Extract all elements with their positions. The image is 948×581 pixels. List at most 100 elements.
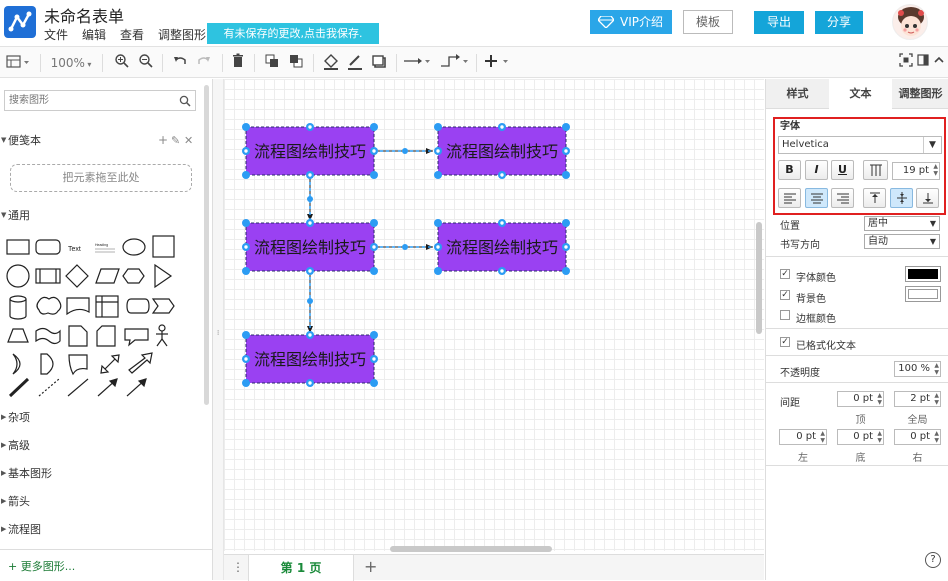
general-section-header[interactable]: ▼ 通用 — [0, 202, 205, 229]
tab-text[interactable]: 文本 — [829, 79, 892, 109]
shape-trapezoid[interactable] — [7, 328, 29, 343]
resize-handle[interactable] — [370, 171, 378, 179]
writing-direction-select[interactable]: 自动 ▼ — [864, 234, 940, 249]
stepper-icon[interactable]: ▲ ▼ — [934, 362, 939, 376]
resize-handle[interactable] — [370, 219, 378, 227]
zoom-in-button[interactable] — [112, 53, 132, 73]
connection-point[interactable] — [563, 244, 569, 250]
stepper-icon[interactable]: ▲ ▼ — [877, 430, 882, 444]
tab-arrange[interactable]: 调整图形 — [892, 79, 948, 109]
user-avatar[interactable] — [892, 4, 928, 40]
stepper-icon[interactable]: ▲ ▼ — [934, 430, 939, 444]
stepper-icon[interactable]: ▲ ▼ — [877, 392, 882, 406]
flowchart-node-3[interactable]: 流程图绘制技巧 — [242, 219, 378, 275]
more-shapes-link[interactable]: + 更多图形... — [8, 558, 75, 574]
to-back-button[interactable] — [286, 53, 306, 73]
shape-heading[interactable]: Heading — [95, 243, 108, 247]
connection-point[interactable] — [307, 172, 313, 178]
spacing-bottom-input[interactable]: 0 pt ▲ ▼ — [837, 429, 884, 445]
shape-cylinder[interactable] — [9, 295, 27, 320]
background-color-swatch[interactable] — [905, 286, 941, 302]
collapse-button[interactable] — [932, 53, 946, 73]
scratchpad-header[interactable]: ▼ 便笺本 + ✎ ✕ — [0, 127, 205, 154]
add-page-icon[interactable]: + — [364, 557, 377, 576]
shape-note[interactable] — [68, 325, 88, 347]
shape-dashed-line[interactable] — [38, 378, 60, 397]
menu-view[interactable]: 查看 — [120, 26, 144, 43]
shape-ellipse[interactable] — [122, 238, 146, 256]
app-logo[interactable] — [4, 6, 36, 38]
resize-handle[interactable] — [370, 267, 378, 275]
page-tab-1[interactable]: 第 1 页 — [248, 555, 354, 581]
basic-shapes-section-header[interactable]: ▶ 基本图形 — [0, 460, 205, 487]
canvas-horizontal-scrollbar[interactable] — [390, 546, 552, 552]
to-front-button[interactable] — [262, 53, 282, 73]
resize-handle[interactable] — [370, 331, 378, 339]
connector-3-5[interactable] — [307, 271, 313, 333]
zoom-out-button[interactable] — [136, 53, 156, 73]
resize-handle[interactable] — [562, 171, 570, 179]
flowchart-node-2[interactable]: 流程图绘制技巧 — [434, 123, 570, 179]
flowchart-section-header[interactable]: ▶ 流程图 — [0, 516, 205, 543]
resize-handle[interactable] — [434, 123, 442, 131]
vip-button[interactable]: VIP介绍 — [590, 10, 672, 34]
advanced-section-header[interactable]: ▶ 高级 — [0, 432, 205, 459]
sidebar-scrollbar[interactable] — [204, 85, 209, 405]
shape-tape[interactable] — [35, 327, 61, 345]
opacity-input[interactable]: 100 % ▲ ▼ — [894, 361, 941, 377]
pages-menu-icon[interactable]: ⋮ — [232, 560, 244, 574]
connector-3-4[interactable] — [374, 244, 433, 250]
connection-style-button[interactable] — [402, 53, 432, 73]
menu-arrange[interactable]: 调整图形 — [158, 26, 206, 43]
tab-style[interactable]: 样式 — [766, 79, 829, 109]
delete-button[interactable] — [228, 53, 248, 73]
connection-point[interactable] — [499, 172, 505, 178]
edit-pencil-icon[interactable]: ✎ — [171, 127, 180, 154]
redo-button[interactable] — [194, 53, 214, 73]
shape-hexagon[interactable] — [122, 268, 145, 284]
shape-actor[interactable] — [156, 324, 168, 347]
diagram-canvas[interactable]: 流程图绘制技巧 流程图绘制技巧 流程图绘制技巧 流程图绘制技巧 流程图绘制技巧 — [224, 79, 764, 551]
shape-triangle[interactable] — [154, 263, 173, 289]
connection-point[interactable] — [499, 268, 505, 274]
shape-directional-connector[interactable] — [126, 378, 147, 397]
connection-point[interactable] — [243, 244, 249, 250]
shape-diamond[interactable] — [65, 264, 89, 288]
shape-rectangle[interactable] — [6, 239, 30, 255]
share-button[interactable]: 分享 — [815, 11, 863, 34]
connection-point[interactable] — [563, 148, 569, 154]
fullscreen-button[interactable] — [898, 53, 914, 73]
spacing-global-input[interactable]: 2 pt ▲ ▼ — [894, 391, 941, 407]
shape-callout[interactable] — [124, 328, 149, 347]
resize-handle[interactable] — [562, 219, 570, 227]
undo-button[interactable] — [170, 53, 190, 73]
background-color-checkbox[interactable]: ✓ — [780, 290, 790, 300]
connection-point[interactable] — [243, 148, 249, 154]
border-color-checkbox[interactable] — [780, 310, 790, 320]
resize-handle[interactable] — [562, 267, 570, 275]
shadow-button[interactable] — [368, 53, 390, 73]
shape-search-box[interactable] — [4, 90, 196, 111]
shape-step[interactable] — [151, 298, 175, 314]
unsaved-changes-banner[interactable]: 有未保存的更改,点击我保存. — [207, 23, 379, 44]
misc-section-header[interactable]: ▶ 杂项 — [0, 404, 205, 431]
resize-handle[interactable] — [370, 123, 378, 131]
font-color-swatch[interactable] — [905, 266, 941, 282]
document-title[interactable]: 未命名表单 — [44, 3, 124, 27]
sidebar-resize-handle[interactable]: ⁞ — [213, 79, 224, 580]
font-color-checkbox[interactable]: ✓ — [780, 269, 790, 279]
connection-point[interactable] — [435, 148, 441, 154]
connection-point[interactable] — [307, 124, 313, 130]
resize-handle[interactable] — [242, 379, 250, 387]
spacing-right-input[interactable]: 0 pt ▲ ▼ — [894, 429, 941, 445]
connection-point[interactable] — [307, 332, 313, 338]
resize-handle[interactable] — [434, 171, 442, 179]
add-icon[interactable]: + — [158, 127, 168, 154]
menu-edit[interactable]: 编辑 — [82, 26, 106, 43]
resize-handle[interactable] — [242, 171, 250, 179]
shape-internal-storage[interactable] — [95, 295, 119, 318]
shape-circle[interactable] — [6, 264, 30, 288]
connector-1-2[interactable] — [374, 148, 433, 154]
format-panel-toggle[interactable] — [4, 53, 32, 73]
shape-search-input[interactable] — [5, 91, 175, 110]
